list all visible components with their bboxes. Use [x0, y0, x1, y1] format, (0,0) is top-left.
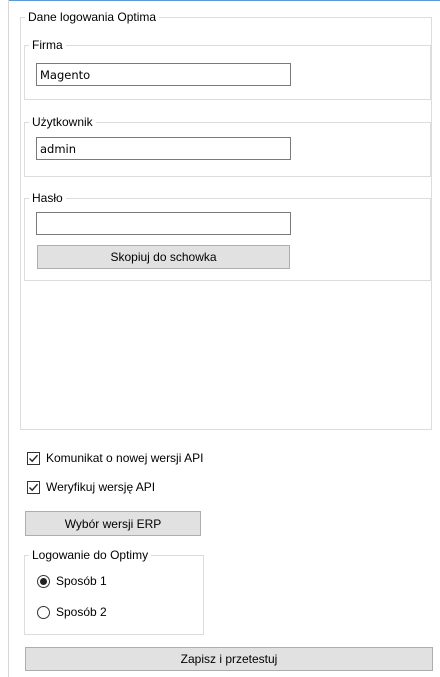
left-border: [8, 0, 9, 677]
radio-selected-icon[interactable]: [37, 574, 50, 588]
api-notice-checkbox-row[interactable]: Komunikat o nowej wersji API: [27, 451, 203, 465]
login-method-title: Logowanie do Optimy: [32, 548, 149, 562]
top-border: [8, 0, 440, 1]
api-notice-checkbox[interactable]: [27, 451, 40, 465]
save-and-test-button[interactable]: Zapisz i przetestuj: [25, 647, 433, 671]
api-verify-checkbox[interactable]: [27, 480, 40, 494]
radio-unselected-icon[interactable]: [37, 605, 50, 619]
password-input[interactable]: [36, 212, 291, 235]
login-method-option-2-label: Sposób 2: [56, 605, 107, 619]
user-label: Użytkownik: [32, 115, 93, 129]
firma-label: Firma: [32, 38, 63, 52]
erp-version-button[interactable]: Wybór wersji ERP: [25, 511, 201, 536]
api-verify-checkbox-row[interactable]: Weryfikuj wersję API: [27, 480, 155, 494]
login-method-option-2[interactable]: Sposób 2: [37, 605, 107, 619]
api-verify-label: Weryfikuj wersję API: [46, 480, 156, 494]
checkmark-icon: [29, 454, 39, 462]
login-data-title: Dane logowania Optima: [28, 10, 157, 24]
login-method-option-1-label: Sposób 1: [56, 574, 107, 588]
copy-to-clipboard-button[interactable]: Skopiuj do schowka: [37, 245, 290, 269]
password-label: Hasło: [32, 191, 63, 205]
api-notice-label: Komunikat o nowej wersji API: [46, 451, 204, 465]
checkmark-icon: [29, 483, 39, 491]
login-method-option-1[interactable]: Sposób 1: [37, 574, 107, 588]
firma-input[interactable]: [36, 63, 291, 86]
user-input[interactable]: [36, 137, 291, 160]
login-method-group: Logowanie do Optimy: [24, 548, 204, 635]
